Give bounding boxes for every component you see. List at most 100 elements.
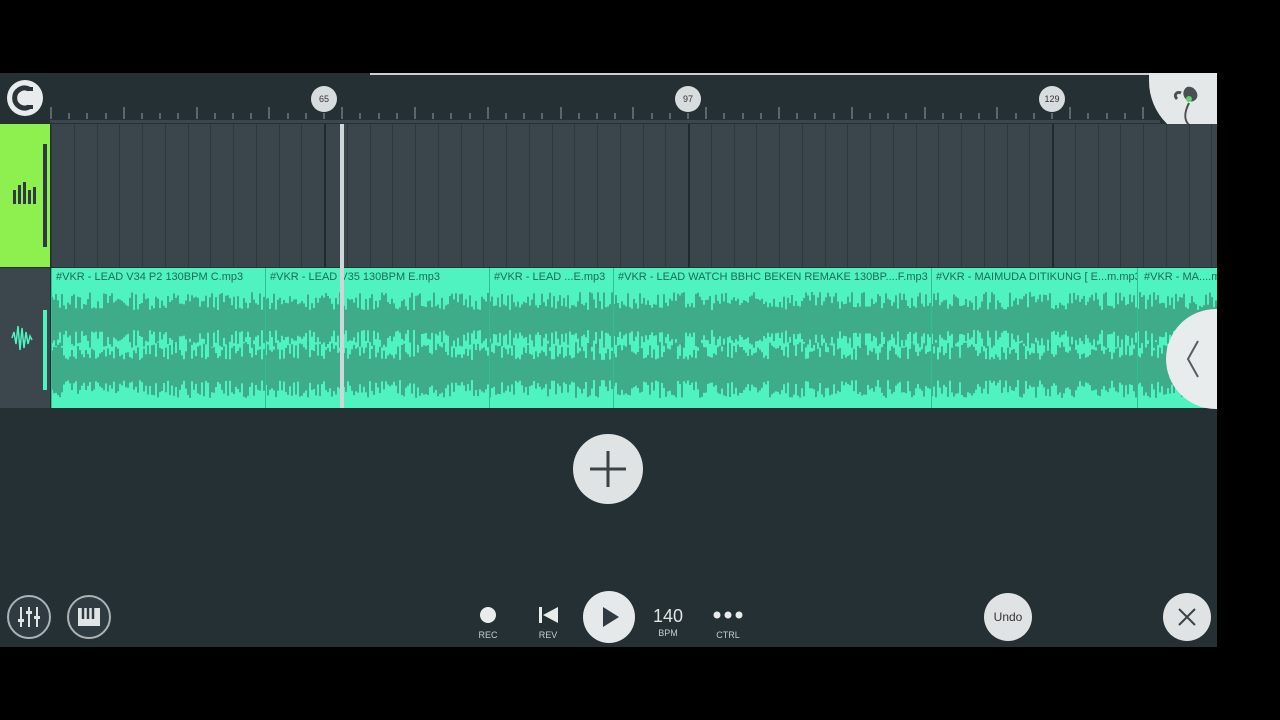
grid-line [1211, 124, 1213, 267]
audio-clip[interactable]: #VKR - LEAD ...E.mp3 [489, 268, 614, 408]
tempo-control[interactable]: 140 BPM [648, 607, 688, 638]
ruler-tick [122, 107, 125, 119]
ruler-tick [104, 113, 107, 119]
grid-line [710, 124, 712, 267]
ruler-tick [359, 113, 362, 119]
grid-line [1029, 124, 1031, 267]
grid-line [938, 124, 940, 267]
undo-button[interactable]: Undo [984, 593, 1032, 641]
close-button[interactable] [1163, 593, 1211, 641]
audio-track-lane[interactable]: #VKR - LEAD V34 P2 130BPM C.mp3 #VKR - L… [51, 268, 1217, 408]
ruler-tick [796, 113, 799, 119]
rewind-icon [539, 607, 558, 623]
ruler-tick [541, 113, 544, 119]
ruler-tick [395, 113, 398, 119]
grid-line [733, 124, 735, 267]
ruler-tick [832, 113, 835, 119]
ruler-tick [304, 113, 307, 119]
ruler-tick [268, 107, 271, 119]
waveform-channel [52, 292, 265, 348]
ruler-tick [177, 113, 180, 119]
waveform [490, 292, 613, 398]
playhead[interactable] [340, 124, 344, 408]
waveform-channel [614, 292, 931, 348]
rewind-label: REV [538, 630, 558, 640]
piano-roll-button[interactable] [67, 595, 111, 639]
grid-line [392, 124, 394, 267]
grid-line [483, 124, 485, 267]
ruler-tick [614, 113, 617, 119]
grid-line [346, 124, 348, 267]
rewind-button[interactable]: REV [532, 605, 564, 640]
mixer-button[interactable] [7, 595, 51, 639]
ruler-tick [960, 113, 962, 119]
ctrl-button[interactable]: CTRL [708, 605, 748, 640]
waveform-channel [932, 292, 1137, 348]
timeline-ruler[interactable]: 65 97 129 [0, 73, 1217, 123]
grid-line [665, 124, 667, 267]
grid-line [415, 124, 416, 267]
ruler-tick [705, 107, 708, 119]
ruler-baseline [50, 120, 1160, 123]
grid-line [574, 124, 576, 267]
ruler-tick [741, 113, 744, 119]
grid-line [1165, 124, 1167, 267]
ruler-tick [723, 113, 726, 119]
ruler-tick [505, 113, 507, 119]
grid-line [915, 124, 917, 267]
ruler-tick [687, 113, 689, 119]
clip-label: #VKR - LEAD ...E.mp3 [494, 271, 606, 283]
plus-icon [590, 451, 626, 487]
ruler-tick [905, 113, 908, 119]
audio-track-header[interactable] [0, 268, 50, 408]
track-volume-bar[interactable] [43, 144, 47, 247]
grid-line [1120, 124, 1122, 267]
record-label: REC [478, 630, 498, 640]
browser-toggle-tab[interactable] [1166, 309, 1217, 409]
add-track-button[interactable] [573, 434, 643, 504]
clip-label: #VKR - LEAD WATCH BBHC BEKEN REMAKE 130B… [618, 271, 928, 283]
waveform-channel [614, 342, 931, 398]
ruler-tick [1051, 113, 1053, 119]
clip-label: #VKR - MA....m [1144, 271, 1217, 283]
waveform-channel [932, 342, 1137, 398]
waveform-channel [266, 342, 489, 398]
play-button[interactable] [583, 591, 635, 643]
audio-clip[interactable]: #VKR - LEAD V34 P2 130BPM C.mp3 [51, 268, 266, 408]
bar-marker[interactable]: 97 [675, 86, 701, 112]
audio-clip[interactable]: #VKR - MAIMUDA DITIKUNG [ E...m.mp3 [931, 268, 1138, 408]
ruler-tick [559, 107, 562, 119]
bpm-value: 140 [652, 606, 684, 626]
ruler-tick [869, 113, 871, 119]
record-button[interactable]: REC [472, 605, 504, 640]
grid-line [1052, 124, 1054, 267]
ruler-tick [468, 113, 471, 119]
ruler-tick [50, 107, 52, 119]
ruler-tick [1087, 113, 1090, 119]
grid-line [233, 124, 234, 267]
grid-line [597, 124, 598, 267]
ruler-tick [450, 113, 453, 119]
ruler-tick [341, 107, 344, 119]
grid-line [1188, 124, 1190, 267]
grid-line [801, 124, 803, 267]
magnet-icon [12, 85, 33, 111]
track-volume-bar[interactable] [43, 310, 47, 390]
bar-marker[interactable]: 65 [311, 86, 337, 112]
grid-line [961, 124, 962, 267]
grid-line [187, 124, 189, 267]
bar-marker[interactable]: 129 [1039, 86, 1065, 112]
pattern-track-header[interactable] [0, 124, 50, 267]
ruler-tick [596, 113, 598, 119]
snap-magnet-button[interactable] [7, 80, 43, 116]
ruler-tick [1142, 107, 1144, 119]
audio-clip[interactable]: #VKR - LEAD WATCH BBHC BEKEN REMAKE 130B… [613, 268, 932, 408]
pattern-track-lane[interactable] [51, 124, 1217, 267]
audio-clip[interactable]: #VKR - LEAD V35 130BPM E.mp3 [265, 268, 490, 408]
ruler-tick [632, 107, 635, 119]
clip-label: #VKR - LEAD V34 P2 130BPM C.mp3 [56, 271, 244, 283]
grid-line [324, 124, 326, 267]
grid-line [255, 124, 257, 267]
grid-line [73, 124, 75, 267]
waveform-channel [490, 292, 613, 348]
